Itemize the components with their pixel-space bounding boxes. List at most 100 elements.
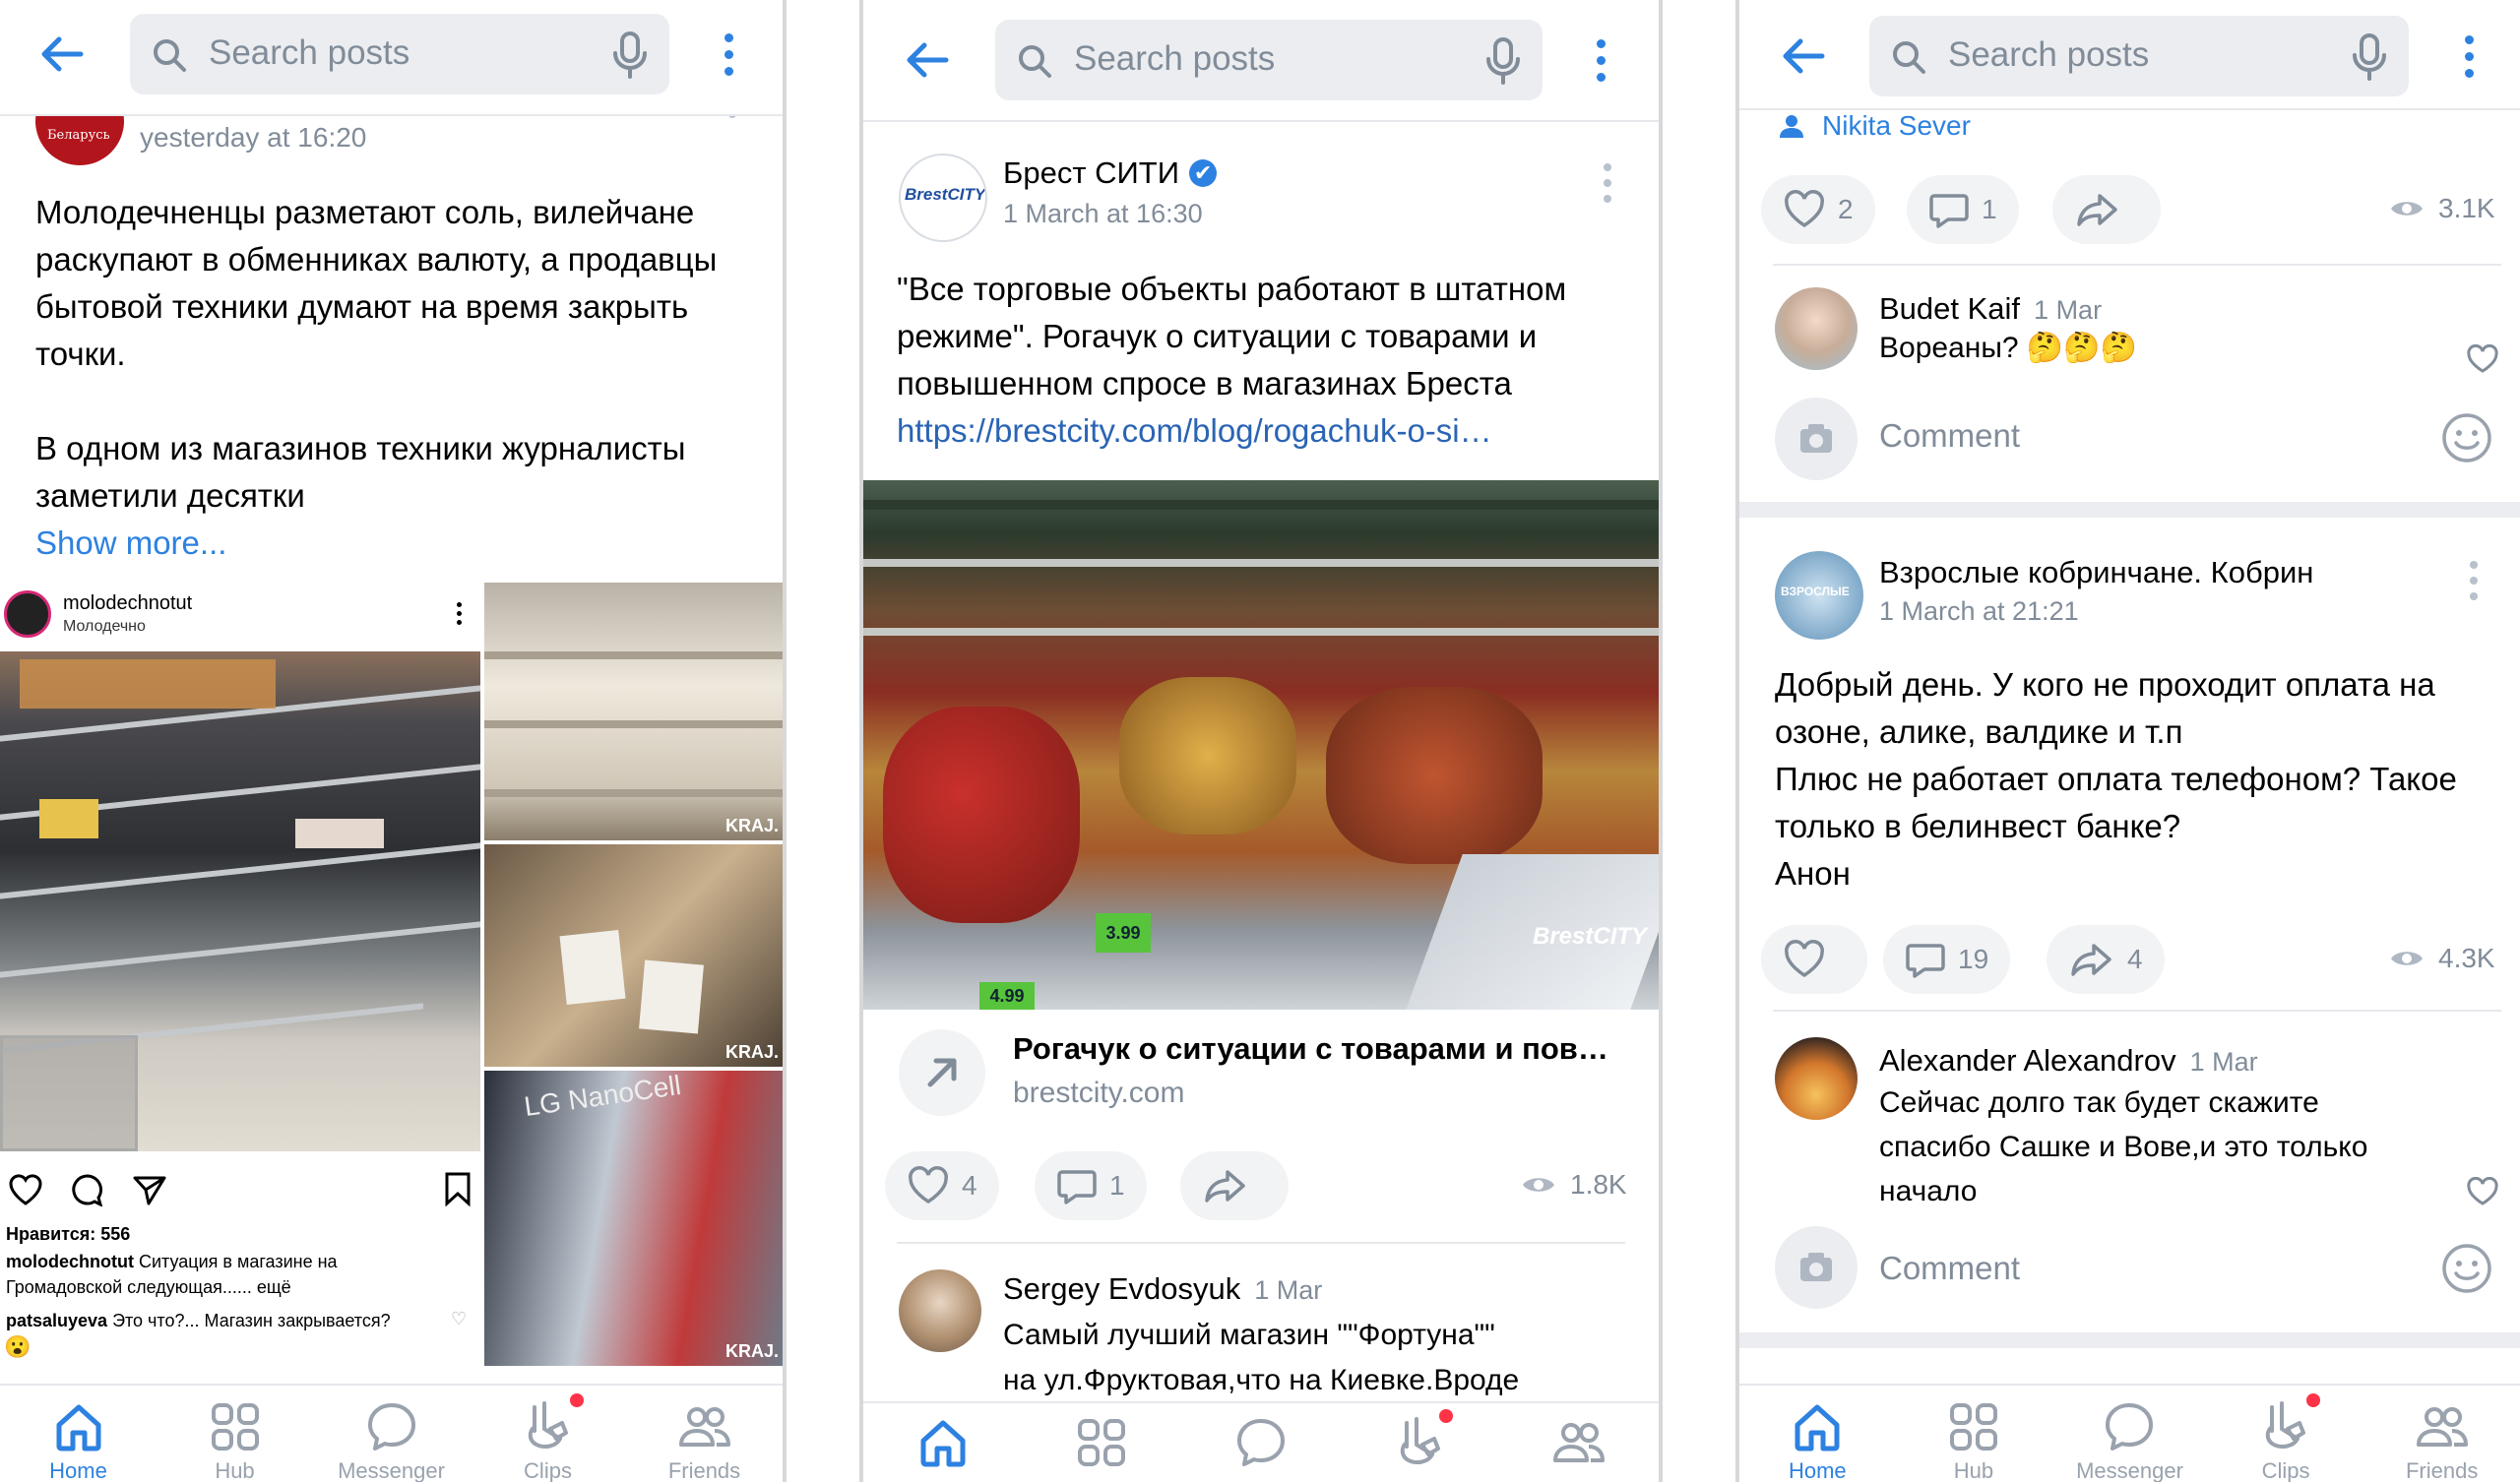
comment-icon: [1929, 194, 1969, 228]
comment-line: Сейчас долго так будет скажите: [1879, 1086, 2319, 1119]
nav-home[interactable]: Home: [1739, 1386, 1896, 1482]
comment-like-icon[interactable]: [2466, 344, 2499, 374]
nav-messenger-label: Messenger: [338, 1458, 445, 1482]
commenter-avatar[interactable]: [1775, 287, 1858, 370]
comment-count: 19: [1958, 944, 1989, 974]
comment-text: Ворeаны? 🤔🤔🤔: [1879, 332, 2137, 364]
post-line: точки.: [35, 336, 126, 372]
nav-hub[interactable]: Hub: [157, 1386, 313, 1482]
panel-right: Search posts Nikita Sever 2 1 3.1K Budet…: [1739, 0, 2520, 1482]
nav-hub-label: Hub: [1953, 1458, 1994, 1482]
search-input[interactable]: Search posts: [995, 20, 1543, 100]
view-count: 3.1K: [2389, 193, 2495, 224]
comment-button[interactable]: 1: [1907, 175, 2019, 244]
back-arrow-icon[interactable]: [1779, 31, 1828, 81]
instagram-more-icon: [457, 602, 463, 628]
nav-messenger[interactable]: Messenger: [2051, 1386, 2208, 1482]
top-bar: Search posts: [1739, 0, 2520, 110]
hub-icon: [211, 1403, 259, 1451]
comment-input[interactable]: Comment: [1879, 1250, 2020, 1287]
share-button[interactable]: [2052, 175, 2161, 244]
instagram-share-icon: [133, 1176, 166, 1205]
nav-clips[interactable]: [1341, 1403, 1500, 1482]
friends-icon: [678, 1407, 730, 1447]
avatar-logo-text: Беларусь: [47, 128, 110, 143]
commenter-avatar[interactable]: [1775, 1037, 1858, 1120]
nav-clips-label: Clips: [524, 1458, 572, 1482]
comment-button[interactable]: 19: [1883, 925, 2011, 994]
comment-like-icon[interactable]: [2466, 1177, 2499, 1206]
instagram-emoji: 😮: [4, 1334, 32, 1359]
instagram-location: Молодечно: [63, 618, 146, 635]
microphone-icon[interactable]: [2352, 33, 2387, 81]
commenter-name[interactable]: Sergey Evdosyuk: [1003, 1271, 1240, 1307]
share-button[interactable]: 4: [2047, 925, 2165, 994]
post-separator: [1739, 1332, 2520, 1348]
show-more-link[interactable]: Show more...: [35, 520, 764, 567]
nav-friends[interactable]: [1499, 1403, 1659, 1482]
comment-avatar-placeholder: [1775, 398, 1858, 480]
avatar-kobrin[interactable]: ВЗРОСЛЫЕ: [1775, 551, 1863, 640]
post-author[interactable]: Взрослые кобринчане. Кобрин: [1879, 555, 2313, 590]
nav-hub[interactable]: Hub: [1896, 1386, 2052, 1482]
back-arrow-icon[interactable]: [37, 30, 87, 79]
like-button[interactable]: 4: [885, 1151, 999, 1220]
like-button[interactable]: 2: [1761, 175, 1875, 244]
clips-notification-dot: [1438, 1409, 1453, 1423]
post-image-store[interactable]: 3.99 4.99 BrestCITY: [863, 480, 1659, 1010]
nav-messenger[interactable]: Messenger: [313, 1386, 470, 1482]
nav-friends[interactable]: Friends: [2363, 1386, 2520, 1482]
post-more-icon[interactable]: [1604, 163, 1613, 207]
comment-input[interactable]: Comment: [1879, 417, 2020, 455]
home-icon: [920, 1420, 966, 1467]
post-author[interactable]: Брест СИТИ: [1003, 155, 1179, 191]
post-link[interactable]: https://brestcity.com/blog/rogachuk-o-si…: [897, 407, 1645, 455]
share-icon: [2077, 194, 2117, 226]
emoji-icon[interactable]: [2440, 411, 2493, 464]
view-count: 1.8K: [1521, 1169, 1627, 1201]
commenter-name[interactable]: Alexander Alexandrov: [1879, 1043, 2176, 1079]
commenter-avatar[interactable]: [899, 1269, 981, 1352]
nav-home[interactable]: [863, 1403, 1023, 1482]
search-icon: [1019, 45, 1051, 78]
post-image-instagram-screenshot[interactable]: molodechnotut Молодечно Нравится: 556 mo…: [0, 583, 783, 1366]
photo-watermark: KRAJ.: [724, 816, 779, 835]
emoji-icon[interactable]: [2440, 1242, 2493, 1295]
post-line: [35, 378, 764, 425]
more-menu-icon[interactable]: [1597, 39, 1608, 83]
nav-clips[interactable]: Clips: [2208, 1386, 2364, 1482]
nav-messenger[interactable]: [1181, 1403, 1341, 1482]
camera-icon: [1800, 1253, 1832, 1281]
share-button[interactable]: [1180, 1151, 1289, 1220]
commenter-name[interactable]: Budet Kaif: [1879, 291, 2020, 327]
instagram-bookmark-icon: [445, 1172, 471, 1206]
instagram-likes: Нравится: 556: [6, 1224, 131, 1244]
more-menu-icon[interactable]: [2465, 35, 2477, 79]
instagram-caption: molodechnotut Ситуация в магазине на: [6, 1252, 338, 1272]
microphone-icon[interactable]: [612, 31, 648, 79]
verified-icon: ✔: [1189, 159, 1218, 187]
post-signer[interactable]: Nikita Sever: [1779, 110, 1971, 142]
post-line: озоне, алике, валдике и т.п: [1775, 713, 2183, 750]
search-input[interactable]: Search posts: [130, 14, 669, 94]
nav-hub[interactable]: [1023, 1403, 1182, 1482]
nav-friends[interactable]: Friends: [626, 1386, 783, 1482]
nav-hub-label: Hub: [215, 1458, 255, 1482]
comment-button[interactable]: 1: [1035, 1151, 1147, 1220]
link-title: Рогачук о ситуации с товарами и пов…: [1013, 1031, 1608, 1066]
nav-clips[interactable]: Clips: [470, 1386, 626, 1482]
back-arrow-icon[interactable]: [903, 35, 952, 85]
link-card[interactable]: Рогачук о ситуации с товарами и пов… bre…: [863, 1010, 1659, 1138]
more-menu-icon[interactable]: [724, 33, 736, 77]
camera-icon: [1800, 424, 1832, 453]
views-text: 1.8K: [1570, 1169, 1627, 1200]
comment-date: 1 Mar: [1254, 1275, 1323, 1305]
price-tag: 4.99: [979, 982, 1035, 1010]
avatar-brestcity[interactable]: BrestCITY: [899, 154, 987, 242]
post-more-icon[interactable]: [2470, 561, 2480, 604]
microphone-icon[interactable]: [1485, 37, 1521, 85]
price-tag: 3.99: [1096, 913, 1151, 953]
search-input[interactable]: Search posts: [1869, 16, 2409, 96]
like-button[interactable]: [1761, 925, 1867, 994]
nav-home[interactable]: Home: [0, 1386, 157, 1482]
